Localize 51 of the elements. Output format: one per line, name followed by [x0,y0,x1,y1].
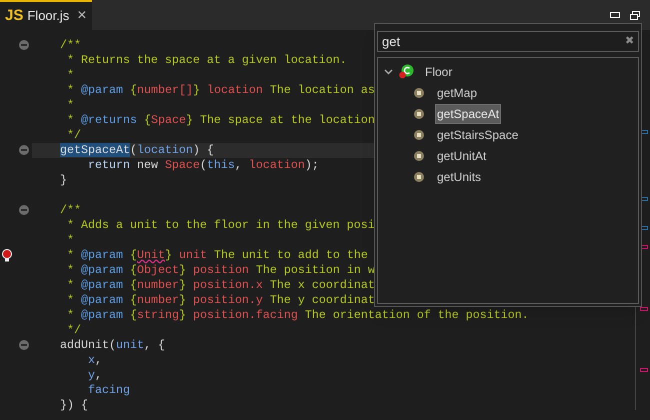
code-line: * @param {number} position.y The y coordinat [66,293,375,308]
code-line: return new Space(this, location); [86,158,319,173]
outline-item[interactable]: getSpaceAt [435,104,502,124]
code-line: getSpaceAt(location) { [60,143,214,158]
search-value: get [382,32,402,51]
method-icon [414,172,424,182]
code-line: * @returns {Space} The space at the location [66,113,375,128]
code-line: */ [66,323,81,338]
fold-icon[interactable] [19,340,29,350]
code-line: * @param {number} position.x The x coordinat [66,278,375,293]
code-line: /** [60,38,81,53]
code-line: }) { [60,398,88,413]
code-line: * @param {Unit} unit The unit to add to the [66,248,368,263]
class-icon [399,64,414,79]
code-line: * [66,233,74,248]
code-line: * Adds a unit to the floor in the given posi [66,218,375,233]
outline-item[interactable]: getMap [435,82,480,102]
code-line: facing [86,383,130,398]
code-line: x, [86,353,102,368]
file-tab[interactable]: JS Floor.js × [0,0,92,30]
method-icon [414,150,424,160]
clear-button[interactable]: ✖ [625,33,634,50]
chevron-icon[interactable] [384,68,393,74]
search-field[interactable]: get ✖ [377,31,639,52]
code-line: } [60,173,67,188]
fold-icon[interactable] [19,145,29,155]
code-line: * [66,68,74,83]
code-line: addUnit(unit, { [60,338,165,353]
method-icon [414,130,424,140]
js-file-icon: JS [5,4,24,28]
outline-item[interactable]: Floor [423,62,454,82]
minimize-icon[interactable] [610,12,620,18]
code-line: * @param {number[]} location The location as [66,83,375,98]
outline-item[interactable]: getUnits [435,166,484,186]
code-line: * @param {string} position.facing The orientation of the position. [66,308,529,323]
fold-icon[interactable] [19,205,29,215]
code-line: y, [86,368,102,383]
code-line: * [66,98,74,113]
overview-mark[interactable] [640,368,648,372]
outline-item[interactable]: getStairsSpace [435,124,520,144]
tab-label: Floor.js [27,7,70,26]
close-button[interactable]: × [77,8,87,24]
outline-item[interactable]: getUnitAt [435,146,488,166]
code-line: */ [66,128,81,143]
fold-icon[interactable] [19,40,29,50]
method-icon [414,88,424,98]
method-icon [414,108,424,118]
restore-icon[interactable] [630,10,640,20]
code-line: * Returns the space at a given location. [66,53,347,68]
lightbulb-icon[interactable] [2,249,12,262]
code-line: /** [60,203,81,218]
